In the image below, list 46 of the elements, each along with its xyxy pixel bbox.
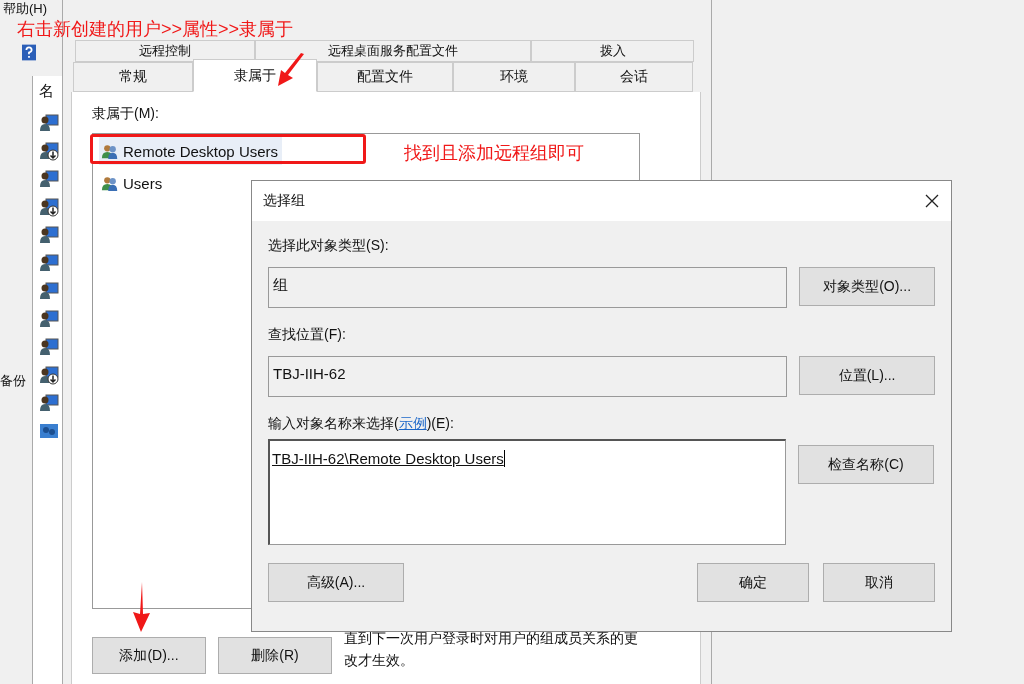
arrow-icon xyxy=(276,53,306,87)
group-icon[interactable] xyxy=(39,421,59,441)
group-icon xyxy=(101,142,119,160)
tab[interactable]: 远程桌面服务配置文件 xyxy=(255,40,531,62)
user-icon[interactable] xyxy=(39,281,59,301)
help-icon[interactable] xyxy=(22,44,36,61)
tab[interactable]: 常规 xyxy=(73,62,193,92)
tab[interactable]: 远程控制 xyxy=(75,40,255,62)
tab[interactable]: 拨入 xyxy=(531,40,694,62)
close-icon[interactable] xyxy=(925,194,939,208)
object-type-field[interactable]: 组 xyxy=(268,267,788,308)
user-icon[interactable] xyxy=(39,169,59,189)
location-label: 查找位置(F): xyxy=(268,326,347,344)
tab[interactable]: 会话 xyxy=(575,62,693,92)
user-icon[interactable] xyxy=(39,253,59,273)
group-icon xyxy=(101,174,119,192)
list-item[interactable]: Users xyxy=(99,169,167,197)
user-icon[interactable] xyxy=(39,225,59,245)
tab[interactable]: 环境 xyxy=(453,62,575,92)
cancel-button[interactable]: 取消 xyxy=(823,563,935,602)
member-of-label: 隶属于(M): xyxy=(92,105,160,123)
locations-button[interactable]: 位置(L)... xyxy=(799,356,935,395)
object-names-label: 输入对象名称来选择(示例)(E): xyxy=(268,415,455,433)
check-names-button[interactable]: 检查名称(C) xyxy=(798,445,934,484)
object-type-label: 选择此对象类型(S): xyxy=(268,237,390,255)
user-icon[interactable] xyxy=(39,309,59,329)
user-icon[interactable] xyxy=(39,113,59,133)
location-field[interactable]: TBJ-IIH-62 xyxy=(268,356,788,397)
column-header: 名 xyxy=(39,82,54,101)
note-text: 直到下一次用户登录时对用户的组成员关系的更改才生效。 xyxy=(344,629,639,670)
remove-button[interactable]: 删除(R) xyxy=(218,637,332,674)
tab[interactable]: 隶属于 xyxy=(193,59,317,92)
examples-link[interactable]: 示例 xyxy=(398,415,427,431)
annotation-text: 找到且添加远程组即可 xyxy=(404,142,584,165)
user-icon[interactable] xyxy=(39,393,59,413)
advanced-button[interactable]: 高级(A)... xyxy=(268,563,404,602)
help-menu[interactable]: 帮助(H) xyxy=(3,1,48,16)
object-types-button[interactable]: 对象类型(O)... xyxy=(799,267,935,306)
dialog-title: 选择组 xyxy=(263,192,305,210)
ok-button[interactable]: 确定 xyxy=(697,563,809,602)
user-icon[interactable] xyxy=(39,337,59,357)
tab[interactable]: 配置文件 xyxy=(317,62,453,92)
add-button[interactable]: 添加(D)... xyxy=(92,637,206,674)
object-names-field[interactable]: TBJ-IIH-62\Remote Desktop Users xyxy=(268,439,786,545)
tree-item-text: 备份 xyxy=(0,372,26,390)
annotation-text: 右击新创建的用户>>属性>>隶属于 xyxy=(17,19,294,39)
